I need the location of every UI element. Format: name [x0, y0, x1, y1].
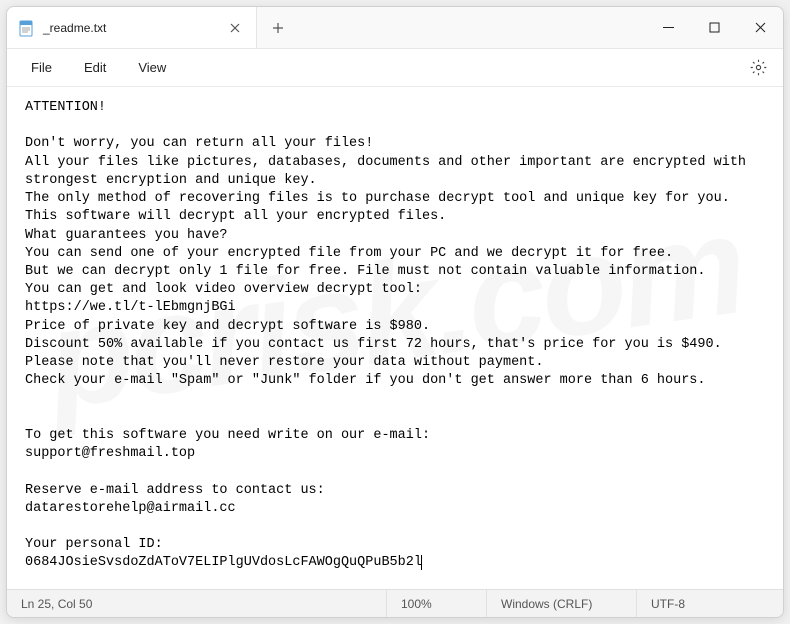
- new-tab-button[interactable]: [257, 7, 299, 48]
- menu-view[interactable]: View: [124, 54, 180, 81]
- window-controls: [645, 7, 783, 48]
- settings-button[interactable]: [743, 53, 773, 83]
- text-editor-area[interactable]: ATTENTION! Don't worry, you can return a…: [7, 87, 783, 589]
- status-zoom[interactable]: 100%: [387, 590, 487, 617]
- tab-title: _readme.txt: [43, 21, 218, 35]
- menu-edit[interactable]: Edit: [70, 54, 120, 81]
- notepad-icon: [17, 19, 35, 37]
- status-encoding: UTF-8: [637, 590, 783, 617]
- notepad-window: _readme.txt File Edit View: [6, 6, 784, 618]
- status-line-ending: Windows (CRLF): [487, 590, 637, 617]
- menubar: File Edit View: [7, 49, 783, 87]
- titlebar-drag-area[interactable]: [299, 7, 645, 48]
- text-cursor: [421, 555, 422, 570]
- file-tab[interactable]: _readme.txt: [7, 7, 257, 48]
- document-text: ATTENTION! Don't worry, you can return a…: [25, 100, 754, 570]
- maximize-button[interactable]: [691, 7, 737, 48]
- tab-close-button[interactable]: [226, 19, 244, 37]
- status-cursor-position: Ln 25, Col 50: [7, 590, 387, 617]
- minimize-button[interactable]: [645, 7, 691, 48]
- close-button[interactable]: [737, 7, 783, 48]
- menu-file[interactable]: File: [17, 54, 66, 81]
- titlebar: _readme.txt: [7, 7, 783, 49]
- statusbar: Ln 25, Col 50 100% Windows (CRLF) UTF-8: [7, 589, 783, 617]
